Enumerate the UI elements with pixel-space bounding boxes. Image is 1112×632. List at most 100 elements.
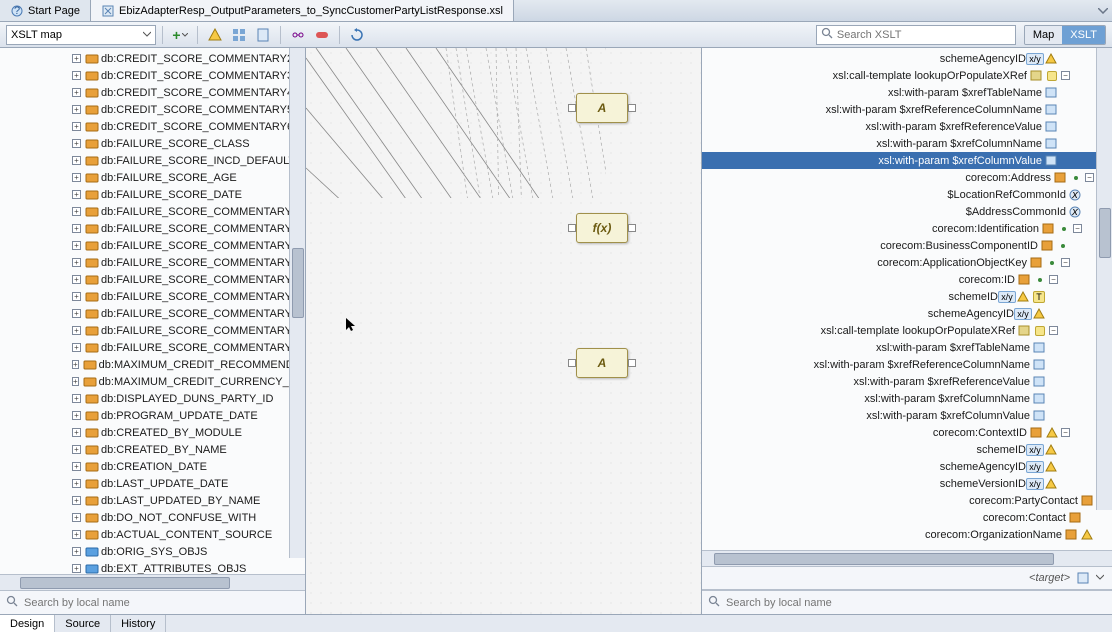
collapse-icon[interactable]: + bbox=[72, 241, 81, 250]
search-xslt-input[interactable] bbox=[837, 29, 1011, 41]
target-tree-item[interactable]: corecom:BusinessComponentID bbox=[702, 237, 1112, 254]
collapse-icon[interactable]: − bbox=[1061, 428, 1070, 437]
collapse-icon[interactable]: − bbox=[1073, 224, 1082, 233]
collapse-icon[interactable]: + bbox=[72, 394, 81, 403]
source-tree-item[interactable]: +db:EXT_ATTRIBUTES_OBJS bbox=[0, 560, 305, 574]
horizontal-scrollbar[interactable] bbox=[702, 550, 1112, 566]
collapse-icon[interactable]: + bbox=[72, 428, 81, 437]
map-type-select[interactable]: XSLT map bbox=[6, 25, 156, 45]
source-tree-item[interactable]: +db:MAXIMUM_CREDIT_RECOMMENDATION bbox=[0, 356, 305, 373]
function-node-fx[interactable]: f(x) bbox=[576, 213, 628, 243]
target-tree-item[interactable]: xsl:with-param $xrefTableName bbox=[702, 84, 1112, 101]
source-tree-item[interactable]: +db:ORIG_SYS_OBJS bbox=[0, 543, 305, 560]
target-tree-item[interactable]: $LocationRefCommonIdx bbox=[702, 186, 1112, 203]
source-tree-item[interactable]: +db:CREDIT_SCORE_COMMENTARY4 bbox=[0, 84, 305, 101]
toolbar-btn-1[interactable] bbox=[204, 25, 226, 45]
source-tree-item[interactable]: +db:CREATION_DATE bbox=[0, 458, 305, 475]
target-tree-item[interactable]: corecom:ContextID− bbox=[702, 424, 1112, 441]
minimize-icon[interactable] bbox=[1094, 0, 1112, 21]
toolbar-btn-4[interactable] bbox=[287, 25, 309, 45]
toolbar-btn-2[interactable] bbox=[228, 25, 250, 45]
view-tab-history[interactable]: History bbox=[111, 615, 166, 632]
view-tab-design[interactable]: Design bbox=[0, 615, 55, 632]
collapse-icon[interactable]: + bbox=[72, 479, 81, 488]
toolbar-btn-3[interactable] bbox=[252, 25, 274, 45]
input-port[interactable] bbox=[568, 224, 576, 232]
source-tree-item[interactable]: +db:FAILURE_SCORE_INCD_DEFAULT bbox=[0, 152, 305, 169]
collapse-icon[interactable]: − bbox=[1049, 326, 1058, 335]
target-tree-item[interactable]: xsl:with-param $xrefReferenceColumnName bbox=[702, 101, 1112, 118]
horizontal-scrollbar[interactable] bbox=[0, 574, 305, 590]
source-tree-item[interactable]: +db:DISPLAYED_DUNS_PARTY_ID bbox=[0, 390, 305, 407]
target-tree-item[interactable]: $AddressCommonIdx bbox=[702, 203, 1112, 220]
collapse-icon[interactable]: + bbox=[72, 88, 81, 97]
target-tree-item[interactable]: corecom:Identification− bbox=[702, 220, 1112, 237]
collapse-icon[interactable]: − bbox=[1061, 71, 1070, 80]
source-tree-item[interactable]: +db:FAILURE_SCORE_DATE bbox=[0, 186, 305, 203]
target-tree-item[interactable]: xsl:with-param $xrefReferenceColumnName bbox=[702, 356, 1112, 373]
source-tree-item[interactable]: +db:LAST_UPDATED_BY_NAME bbox=[0, 492, 305, 509]
target-tree-item[interactable]: xsl:call-template lookupOrPopulateXRef− bbox=[702, 67, 1112, 84]
source-tree-item[interactable]: +db:FAILURE_SCORE_COMMENTARY5 bbox=[0, 271, 305, 288]
collapse-icon[interactable]: + bbox=[72, 292, 81, 301]
collapse-icon[interactable]: + bbox=[72, 224, 81, 233]
source-tree-item[interactable]: +db:ACTUAL_CONTENT_SOURCE bbox=[0, 526, 305, 543]
collapse-icon[interactable]: + bbox=[72, 139, 81, 148]
source-tree-item[interactable]: +db:CREDIT_SCORE_COMMENTARY2 bbox=[0, 50, 305, 67]
target-tree-item[interactable]: schemeIDx/yT bbox=[702, 288, 1112, 305]
target-tree-item[interactable]: xsl:with-param $xrefColumnValue bbox=[702, 407, 1112, 424]
collapse-icon[interactable]: + bbox=[72, 496, 81, 505]
source-tree-item[interactable]: +db:CREATED_BY_MODULE bbox=[0, 424, 305, 441]
source-tree-item[interactable]: +db:CREDIT_SCORE_COMMENTARY3 bbox=[0, 67, 305, 84]
function-node-a2[interactable]: A bbox=[576, 348, 628, 378]
collapse-icon[interactable]: + bbox=[72, 122, 81, 131]
target-search-input[interactable] bbox=[726, 597, 1106, 609]
expand-icon[interactable]: + bbox=[72, 564, 81, 573]
tab-xsl-file[interactable]: EbizAdapterResp_OutputParameters_to_Sync… bbox=[91, 0, 514, 21]
collapse-icon[interactable]: + bbox=[72, 207, 81, 216]
function-node-a1[interactable]: A bbox=[576, 93, 628, 123]
collapse-icon[interactable]: + bbox=[72, 54, 81, 63]
input-port[interactable] bbox=[568, 104, 576, 112]
collapse-icon[interactable]: + bbox=[72, 326, 81, 335]
source-tree-item[interactable]: +db:LAST_UPDATE_DATE bbox=[0, 475, 305, 492]
mode-xslt[interactable]: XSLT bbox=[1062, 26, 1105, 44]
target-tree-item[interactable]: xsl:with-param $xrefReferenceValue bbox=[702, 118, 1112, 135]
collapse-icon[interactable]: + bbox=[72, 309, 81, 318]
source-tree-item[interactable]: +db:FAILURE_SCORE_AGE bbox=[0, 169, 305, 186]
target-tree-item[interactable]: corecom:PartyContact bbox=[702, 492, 1112, 509]
view-tab-source[interactable]: Source bbox=[55, 615, 111, 632]
source-tree-item[interactable]: +db:FAILURE_SCORE_COMMENTARY4 bbox=[0, 254, 305, 271]
collapse-icon[interactable]: + bbox=[72, 258, 81, 267]
input-port[interactable] bbox=[568, 359, 576, 367]
collapse-icon[interactable]: + bbox=[72, 190, 81, 199]
target-tree-item[interactable]: xsl:with-param $xrefColumnName bbox=[702, 135, 1112, 152]
target-tree-item[interactable]: schemeAgencyIDx/y bbox=[702, 458, 1112, 475]
source-tree-item[interactable]: +db:FAILURE_SCORE_COMMENTARY bbox=[0, 203, 305, 220]
source-tree-item[interactable]: +db:PROGRAM_UPDATE_DATE bbox=[0, 407, 305, 424]
source-tree-item[interactable]: +db:FAILURE_SCORE_COMMENTARY9 bbox=[0, 339, 305, 356]
target-tree-item[interactable]: schemeAgencyIDx/y bbox=[702, 305, 1112, 322]
toolbar-btn-5[interactable] bbox=[311, 25, 333, 45]
collapse-icon[interactable]: + bbox=[72, 462, 81, 471]
source-tree-item[interactable]: +db:FAILURE_SCORE_COMMENTARY3 bbox=[0, 237, 305, 254]
collapse-icon[interactable]: + bbox=[72, 411, 81, 420]
toolbar-btn-6[interactable] bbox=[346, 25, 368, 45]
target-tree-item[interactable]: xsl:with-param $xrefColumnValue bbox=[702, 152, 1112, 169]
source-tree-item[interactable]: +db:DO_NOT_CONFUSE_WITH bbox=[0, 509, 305, 526]
source-tree-item[interactable]: +db:CREDIT_SCORE_COMMENTARY6 bbox=[0, 118, 305, 135]
vertical-scrollbar[interactable] bbox=[289, 48, 305, 558]
chevron-down-icon[interactable] bbox=[1096, 574, 1104, 582]
mode-map[interactable]: Map bbox=[1025, 26, 1062, 44]
target-tree-item[interactable]: corecom:OrganizationName bbox=[702, 526, 1112, 543]
collapse-icon[interactable]: + bbox=[72, 377, 79, 386]
source-tree-item[interactable]: +db:FAILURE_SCORE_CLASS bbox=[0, 135, 305, 152]
expand-icon[interactable]: + bbox=[72, 547, 81, 556]
collapse-icon[interactable]: + bbox=[72, 173, 81, 182]
target-tree-item[interactable]: corecom:ApplicationObjectKey− bbox=[702, 254, 1112, 271]
target-tree-item[interactable]: corecom:Contact bbox=[702, 509, 1112, 526]
source-tree-item[interactable]: +db:FAILURE_SCORE_COMMENTARY2 bbox=[0, 220, 305, 237]
mapping-canvas[interactable]: A f(x) A bbox=[306, 48, 702, 614]
source-tree-item[interactable]: +db:CREDIT_SCORE_COMMENTARY5 bbox=[0, 101, 305, 118]
output-port[interactable] bbox=[628, 359, 636, 367]
